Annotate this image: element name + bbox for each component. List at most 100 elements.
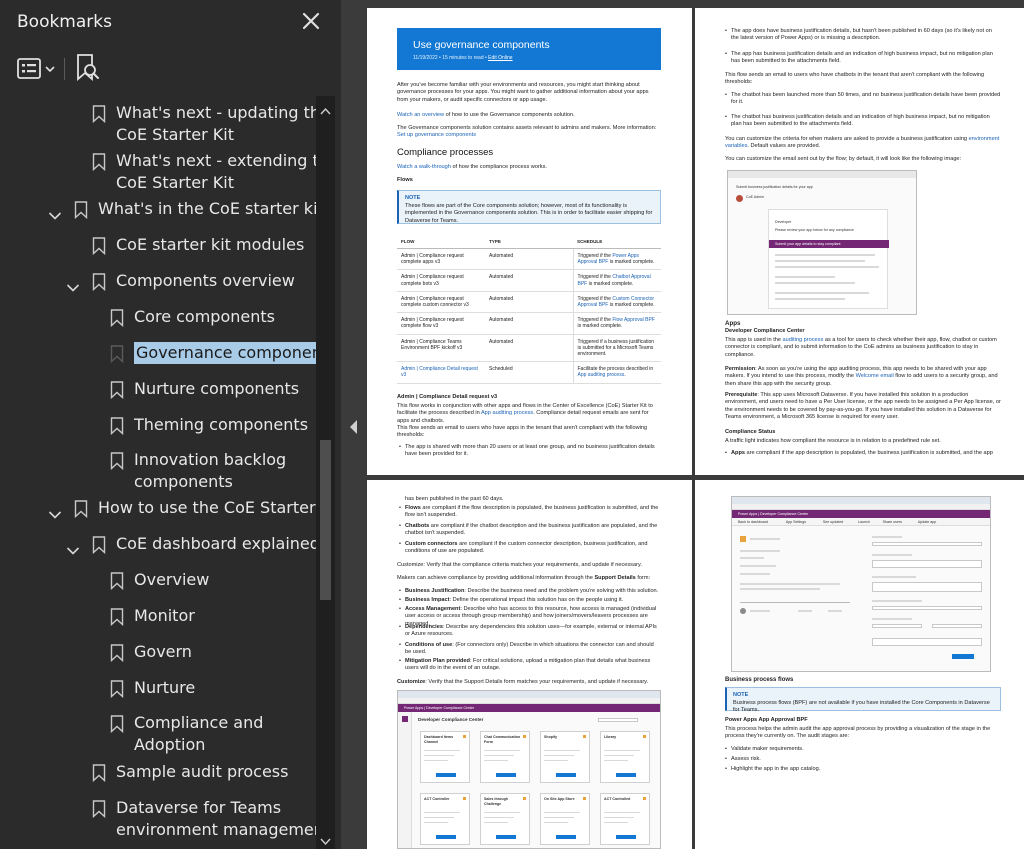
flow-schedule-cell: Triggered if the Custom Connector Approv… (572, 291, 661, 314)
watch-overview-link[interactable]: Watch an overview (397, 112, 444, 118)
chevron-down-icon[interactable] (48, 206, 62, 220)
screenshot-tab[interactable]: Share users (883, 520, 902, 525)
walkthrough-link[interactable]: Watch a walk-through (397, 164, 451, 170)
bookmark-item[interactable]: Overview (0, 569, 316, 593)
bookmark-item[interactable]: Monitor (0, 605, 316, 629)
card-button[interactable] (436, 835, 456, 839)
bookmark-item[interactable]: Nurture (0, 677, 316, 701)
apps-compliance-bullet: Apps are compliant if the app descriptio… (725, 450, 1001, 458)
bpf-link[interactable]: Chatbot Approval BPF (578, 274, 651, 286)
bookmark-icon (110, 345, 124, 364)
compliance-card[interactable]: ACT Controlled (600, 793, 650, 845)
card-title: On Site App Store (544, 797, 575, 801)
bookmarks-scrollbar[interactable] (316, 96, 335, 849)
bookmark-label: Compliance and Adoption (134, 713, 264, 754)
chatbots-bullet: Chatbots are compliant if the chatbot de… (399, 523, 661, 538)
bookmark-icon (92, 105, 106, 124)
scrollbar-thumb[interactable] (320, 440, 331, 600)
note-box: NOTE These flows are part of the Core co… (397, 190, 661, 224)
bookmark-item[interactable]: Sample audit process (0, 761, 316, 785)
screenshot-tab[interactable]: See updated (823, 520, 843, 525)
bookmark-item[interactable]: Core components (0, 306, 316, 330)
status-icon (523, 735, 526, 738)
bpf-link[interactable]: App auditing process (578, 372, 625, 378)
bookmark-item[interactable]: What's next - updating the CoE Starter Ki… (0, 102, 316, 146)
flow-name-cell[interactable]: Admin | Compliance Detail request v3 (397, 361, 485, 384)
bookmark-item[interactable]: Govern (0, 641, 316, 665)
flow-name-cell: Admin | Compliance request complete flow… (397, 312, 485, 335)
status-icon (583, 797, 586, 800)
screenshot-tab[interactable]: App Settings (786, 520, 806, 525)
compliance-card[interactable]: ACT Controller (420, 793, 470, 845)
bookmark-item[interactable]: Theming components (0, 414, 316, 438)
list-options-icon[interactable] (12, 54, 62, 84)
bookmark-tree: What's next - updating the CoE Starter Ki… (0, 96, 316, 849)
collapse-panel-icon[interactable] (347, 418, 359, 436)
chevron-down-icon[interactable] (66, 541, 80, 555)
table-header-cell: TYPE (485, 235, 573, 249)
bpf-link[interactable]: Flow Approval BPF (612, 317, 655, 323)
screenshot-toolbar: Back to dashboard App Settings See updated… (732, 518, 990, 526)
submit-button[interactable] (952, 654, 974, 659)
compliance-card[interactable]: Dashboard Items Channel (420, 731, 470, 783)
email-screenshot: Submit business justification details fo… (727, 170, 917, 315)
bookmark-icon (92, 273, 106, 292)
email-heading: Developer (775, 220, 792, 224)
compliance-card[interactable]: Library (600, 731, 650, 783)
card-button[interactable] (496, 835, 516, 839)
email-sub: Please review your app below for any com… (775, 228, 854, 232)
welcome-email-link[interactable]: Welcome email (856, 373, 894, 379)
compliance-card[interactable]: On Site App Store (540, 793, 590, 845)
bookmark-icon (92, 153, 106, 172)
compliance-card[interactable]: Sales through Challenge (480, 793, 530, 845)
card-button[interactable] (616, 773, 636, 777)
auditing-process-link[interactable]: auditing process (783, 337, 824, 343)
compliance-center-screenshot: Power Apps | Developer Compliance Center… (397, 690, 661, 849)
compliance-status-heading: Compliance Status (725, 429, 776, 435)
screenshot-tab[interactable]: Update app (918, 520, 937, 525)
bpf-link[interactable]: Power Apps Approval BPF (578, 253, 640, 265)
bookmark-item[interactable]: Compliance and Adoption (0, 712, 316, 756)
card-button[interactable] (556, 773, 576, 777)
note-text: These flows are part of the Core compone… (405, 203, 653, 224)
scroll-up-icon[interactable] (320, 100, 331, 119)
find-bookmark-icon[interactable] (72, 52, 102, 84)
chevron-down-icon[interactable] (66, 278, 80, 292)
bookmark-icon (74, 201, 88, 220)
setup-governance-link[interactable]: Set up governance components (397, 132, 476, 138)
bookmark-item[interactable]: What's next - extending theCoE Starter K… (0, 150, 316, 194)
bookmark-item[interactable]: Governance components (0, 342, 316, 366)
card-button[interactable] (496, 773, 516, 777)
scroll-down-icon[interactable] (320, 831, 331, 849)
table-row: Admin | Compliance request complete apps… (397, 248, 661, 271)
compliance-card[interactable]: Chat Communication Form (480, 731, 530, 783)
card-button[interactable] (616, 835, 636, 839)
bpf-link[interactable]: Custom Connector Approval BPF (578, 296, 655, 308)
screenshot-tab[interactable]: Back to dashboard (738, 520, 768, 525)
list-item: Business Impact: Define the operational … (399, 597, 661, 605)
bookmark-label: Overview (134, 570, 210, 589)
card-button[interactable] (556, 835, 576, 839)
flow-schedule-cell: Triggered if the Flow Approval BPF is ma… (572, 312, 661, 335)
edit-online-link[interactable]: Edit Online (488, 55, 512, 61)
bookmark-item[interactable]: Innovation backlog components (0, 449, 316, 493)
bookmark-icon (110, 715, 124, 734)
card-title: ACT Controlled (604, 797, 631, 801)
close-icon[interactable] (300, 10, 322, 32)
card-button[interactable] (436, 773, 456, 777)
compliance-card[interactable]: Shopify (540, 731, 590, 783)
bookmark-item[interactable]: Components overview (0, 270, 316, 294)
bookmark-item[interactable]: Nurture components (0, 378, 316, 402)
bookmark-item[interactable]: How to use the CoE Starter Kit (0, 497, 316, 521)
bookmark-item[interactable]: CoE starter kit modules (0, 234, 316, 258)
chevron-down-icon[interactable] (48, 505, 62, 519)
chatbot-intro: This flow sends an email to users who ha… (725, 72, 985, 86)
app-auditing-link[interactable]: App auditing process (481, 410, 533, 416)
support-paragraph: Makers can achieve compliance by providi… (397, 575, 651, 581)
flow-type-cell: Automated (485, 269, 573, 292)
bookmark-item[interactable]: CoE dashboard explained (0, 533, 316, 557)
chatbot-bullet-2: The chatbot has business justification d… (725, 114, 1001, 129)
bookmark-item[interactable]: Dataverse for Teams environment managemen… (0, 797, 316, 841)
screenshot-tab[interactable]: Launch (858, 520, 870, 525)
bookmark-item[interactable]: What's in the CoE starter kit (0, 198, 316, 222)
